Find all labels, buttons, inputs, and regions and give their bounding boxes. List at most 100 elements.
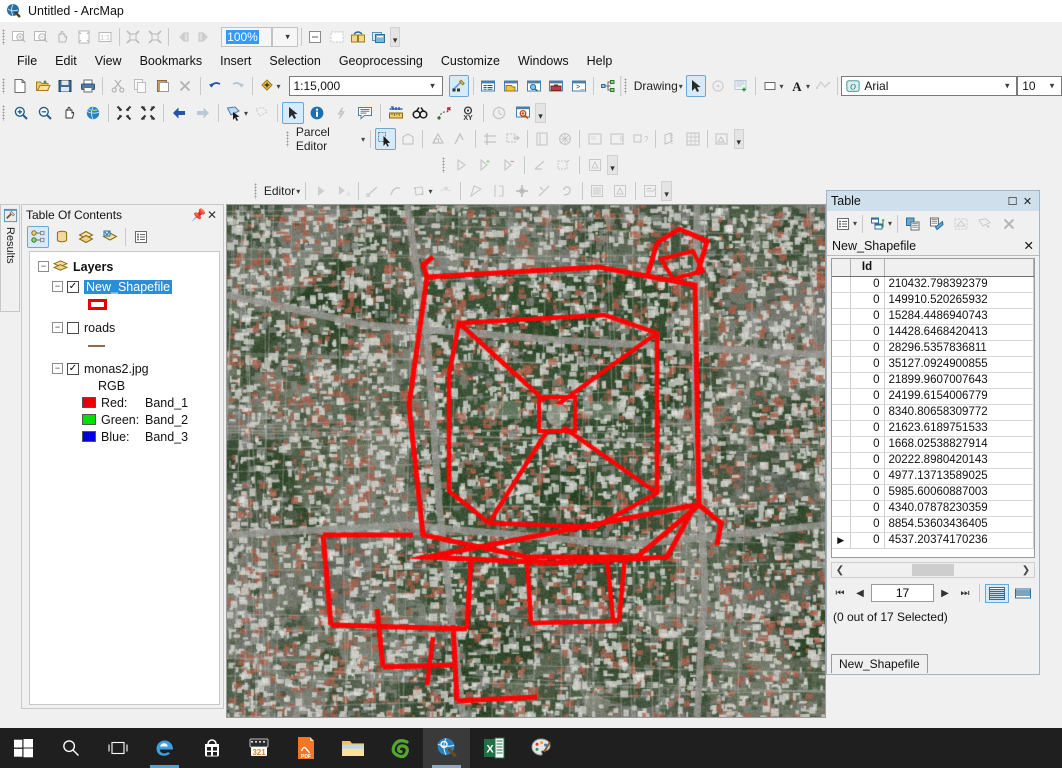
list-by-source-icon[interactable] <box>51 226 73 248</box>
python-window-icon[interactable]: >_ <box>569 75 590 97</box>
new-group-icon[interactable] <box>731 75 751 97</box>
rotate-icon[interactable] <box>708 75 728 97</box>
layer-visibility-checkbox[interactable] <box>67 321 79 334</box>
table-row[interactable]: 0 210432.798392379 <box>832 276 1034 293</box>
editor-toolbar-icon[interactable] <box>448 75 470 97</box>
topology-edit-icon[interactable] <box>450 154 472 176</box>
editor-menu-label[interactable]: Editor <box>261 184 298 198</box>
collapse-icon[interactable]: − <box>52 281 63 292</box>
cut-polygons-icon[interactable] <box>534 180 555 202</box>
table-row[interactable]: 0 5985.60060887003 <box>832 484 1034 501</box>
fixed-zoom-in-icon[interactable] <box>113 102 135 124</box>
zoom-whole-page-icon[interactable] <box>74 26 93 48</box>
toc-symbol-roads[interactable] <box>34 336 215 355</box>
cell-value[interactable]: 5985.60060887003 <box>884 484 1034 501</box>
parcel-history-icon[interactable] <box>659 128 680 150</box>
row-marker[interactable]: ▶ <box>832 532 851 549</box>
save-icon[interactable] <box>55 75 76 97</box>
cell-id[interactable]: 0 <box>850 468 885 485</box>
cell-id[interactable]: 0 <box>850 356 885 373</box>
row-marker[interactable] <box>832 500 851 517</box>
table-row[interactable]: 0 28296.5357836811 <box>832 340 1034 357</box>
cell-value[interactable]: 14428.6468420413 <box>884 324 1034 341</box>
attributes-icon[interactable] <box>587 180 608 202</box>
chevron-down-icon[interactable]: ▾ <box>427 81 439 92</box>
paint-button[interactable] <box>517 728 564 768</box>
topology-angle-icon[interactable] <box>529 154 551 176</box>
toc-band-blue[interactable]: Blue: Band_3 <box>34 428 215 445</box>
next-record-button[interactable]: ▶ <box>936 588 954 599</box>
menu-edit[interactable]: Edit <box>46 52 86 70</box>
cell-id[interactable]: 0 <box>850 340 885 357</box>
rotate-tool-icon[interactable] <box>511 180 532 202</box>
toc-layer-label[interactable]: New_Shapefile <box>84 279 173 294</box>
list-by-selection-icon[interactable] <box>99 226 121 248</box>
row-marker[interactable] <box>832 484 851 501</box>
blue-band-swatch[interactable] <box>82 431 96 442</box>
parcel-layer-icon[interactable] <box>712 128 733 150</box>
table-of-contents-icon[interactable] <box>478 75 499 97</box>
zoom-to-selected-icon[interactable] <box>950 213 972 235</box>
menu-help[interactable]: Help <box>578 52 622 70</box>
data-driven-pages-icon[interactable] <box>370 26 389 48</box>
red-band-swatch[interactable] <box>82 397 96 408</box>
toc-band-red[interactable]: Red: Band_1 <box>34 394 215 411</box>
model-builder-icon[interactable] <box>598 75 619 97</box>
toc-root-layers[interactable]: − Layers <box>34 258 215 275</box>
find-icon[interactable] <box>409 102 431 124</box>
scroll-left-icon[interactable]: ❮ <box>834 565 846 576</box>
zoom-out-layout-icon[interactable] <box>31 26 50 48</box>
select-elements-icon[interactable] <box>282 102 305 124</box>
chevron-down-icon[interactable]: ▾ <box>1001 81 1013 92</box>
toolbar-overflow-button[interactable]: ▾ <box>535 103 547 123</box>
cell-id[interactable]: 0 <box>850 276 885 293</box>
topology-validate-icon[interactable] <box>584 154 606 176</box>
cell-id[interactable]: 0 <box>850 372 885 389</box>
construct-tool-icon[interactable] <box>409 180 430 202</box>
focus-data-frame-icon[interactable] <box>327 26 346 48</box>
chevron-down-icon[interactable]: ▾ <box>1046 81 1058 92</box>
cell-id[interactable]: 0 <box>850 516 885 533</box>
zoom-in-icon[interactable] <box>10 102 32 124</box>
table-row[interactable]: 0 149910.520265932 <box>832 292 1034 309</box>
toolbar-grip[interactable] <box>254 183 257 199</box>
cell-value[interactable]: 149910.520265932 <box>884 292 1034 309</box>
cell-value[interactable]: 210432.798392379 <box>884 276 1034 293</box>
parcel-explorer-icon[interactable] <box>398 128 419 150</box>
menu-view[interactable]: View <box>86 52 131 70</box>
row-marker[interactable] <box>832 308 851 325</box>
cell-id[interactable]: 0 <box>850 420 885 437</box>
fill-color-dropdown-icon[interactable]: ▾ <box>780 82 784 91</box>
table-horizontal-scrollbar[interactable]: ❮ ❯ <box>831 562 1035 578</box>
toolbar-grip[interactable] <box>286 131 289 147</box>
parcel-grid-icon[interactable] <box>682 128 703 150</box>
zoom-100-icon[interactable]: 1:1 <box>95 26 114 48</box>
new-map-icon[interactable] <box>10 75 31 97</box>
collapse-icon[interactable]: − <box>38 261 49 272</box>
record-number-input[interactable]: 17 <box>871 584 934 602</box>
menu-customize[interactable]: Customize <box>432 52 509 70</box>
toc-layer-label[interactable]: roads <box>84 321 115 335</box>
toolbar-overflow-button[interactable]: ▾ <box>733 129 744 149</box>
row-marker[interactable] <box>832 324 851 341</box>
parcel-divide-icon[interactable] <box>480 128 501 150</box>
toolbar-grip[interactable] <box>442 157 445 173</box>
cell-value[interactable]: 21899.9607007643 <box>884 372 1034 389</box>
font-color-dropdown-icon[interactable]: ▾ <box>806 82 810 91</box>
layout-zoom-dropdown[interactable]: ▾ <box>272 27 298 47</box>
table-bottom-tab[interactable]: New_Shapefile <box>831 654 928 673</box>
cell-value[interactable]: 21623.6189751533 <box>884 420 1034 437</box>
split-tool-icon[interactable] <box>488 180 509 202</box>
close-icon[interactable]: ✕ <box>1020 195 1035 208</box>
restore-icon[interactable]: ☐ <box>1005 195 1020 208</box>
cell-value[interactable]: 1668.02538827914 <box>884 436 1034 453</box>
edge-button[interactable] <box>141 728 188 768</box>
edit-tool-icon[interactable] <box>310 180 331 202</box>
trace-tool-icon[interactable] <box>436 180 457 202</box>
topology-reshape-icon[interactable] <box>553 154 575 176</box>
clear-selection-icon[interactable] <box>998 213 1020 235</box>
table-row[interactable]: 0 4977.13713589025 <box>832 468 1034 485</box>
list-by-visibility-icon[interactable] <box>75 226 97 248</box>
zoom-in-layout-icon[interactable] <box>10 26 29 48</box>
toolbar-grip[interactable] <box>2 78 5 94</box>
